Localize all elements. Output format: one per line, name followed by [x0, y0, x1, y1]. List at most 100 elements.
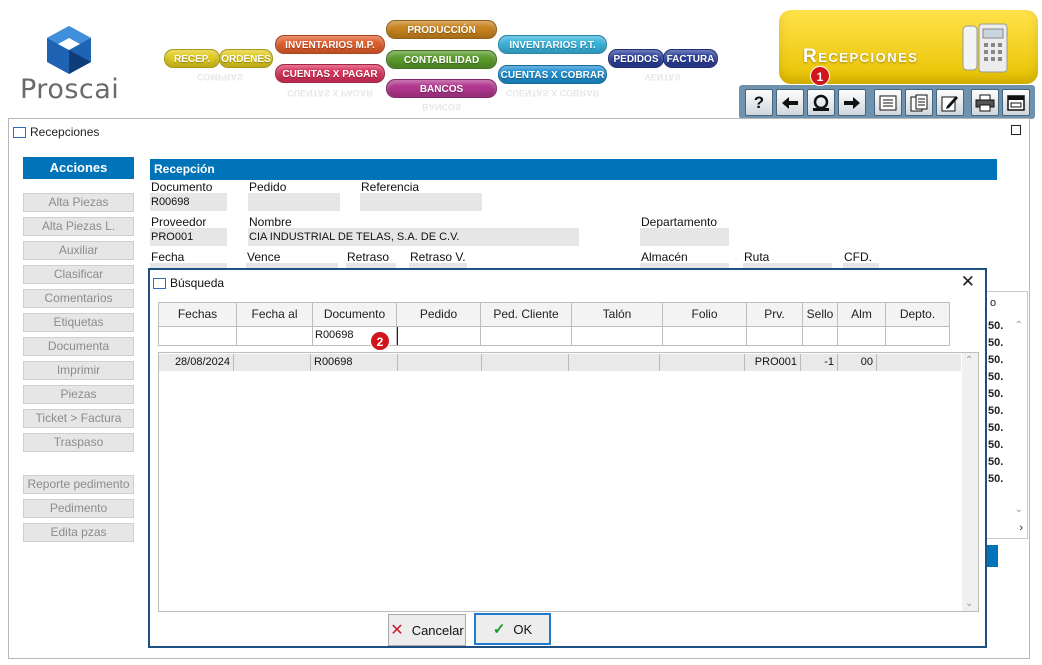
- menu-ordenes[interactable]: ORDENES: [219, 49, 273, 68]
- col-talon[interactable]: Talón: [572, 303, 663, 326]
- menu-compras-reflection: COMPRAS: [196, 72, 243, 82]
- action-etiquetas[interactable]: Etiquetas: [23, 313, 134, 332]
- menu-cuentas-cobrar[interactable]: CUENTAS X COBRAR: [498, 65, 607, 84]
- background-grid-header: o: [990, 297, 997, 309]
- documento-field[interactable]: R00698: [150, 193, 227, 211]
- proveedor-field[interactable]: PRO001: [150, 228, 227, 246]
- cell-ped-cliente: [482, 354, 569, 371]
- action-pedimento[interactable]: Pedimento: [23, 499, 134, 518]
- filter-prv[interactable]: [747, 327, 803, 345]
- ok-button[interactable]: ✓ OK: [474, 613, 551, 645]
- cell-prv: PRO001: [745, 354, 801, 371]
- col-ped-cliente[interactable]: Ped. Cliente: [481, 303, 572, 326]
- proscai-logo-icon: [47, 26, 91, 74]
- ruta-label: Ruta: [744, 250, 770, 264]
- menu-ventas-reflection: VENTAS: [644, 72, 681, 82]
- menu-factura[interactable]: FACTURA: [663, 49, 718, 68]
- menu-cuentas-pagar[interactable]: CUENTAS X PAGAR: [275, 64, 385, 83]
- print-button[interactable]: [971, 89, 999, 116]
- action-auxiliar[interactable]: Auxiliar: [23, 241, 134, 260]
- col-sello[interactable]: Sello: [803, 303, 838, 326]
- chevron-down-icon[interactable]: ⌄: [1015, 504, 1023, 515]
- col-depto[interactable]: Depto.: [886, 303, 949, 326]
- maximize-button[interactable]: [1011, 125, 1021, 135]
- action-imprimir[interactable]: Imprimir: [23, 361, 134, 380]
- chevron-up-icon[interactable]: ⌃: [965, 355, 973, 366]
- referencia-field[interactable]: [360, 193, 482, 211]
- filter-pedido[interactable]: [397, 327, 481, 345]
- background-blue-button[interactable]: [986, 545, 998, 567]
- close-icon[interactable]: ✕: [961, 272, 975, 292]
- arrow-right-icon: [844, 96, 860, 109]
- cfd-label: CFD.: [844, 250, 872, 264]
- filter-folio[interactable]: [663, 327, 747, 345]
- chevron-right-icon[interactable]: ›: [1019, 522, 1023, 534]
- action-ticket-factura[interactable]: Ticket > Factura: [23, 409, 134, 428]
- action-alta-piezas[interactable]: Alta Piezas: [23, 193, 134, 212]
- cross-icon: ✕: [390, 622, 404, 639]
- filter-sello[interactable]: [803, 327, 838, 345]
- cell-fecha: 28/08/2024: [159, 354, 234, 371]
- menu-inventarios-pt[interactable]: INVENTARIOS P.T.: [498, 35, 607, 54]
- filter-talon[interactable]: [572, 327, 663, 345]
- chevron-up-icon[interactable]: ⌃: [1015, 320, 1023, 331]
- dialog-title-text: Búsqueda: [170, 276, 225, 290]
- action-traspaso[interactable]: Traspaso: [23, 433, 134, 452]
- help-button[interactable]: ?: [745, 89, 773, 116]
- main-toolbar: ?: [739, 85, 1035, 119]
- filter-alm[interactable]: [838, 327, 886, 345]
- col-alm[interactable]: Alm: [838, 303, 886, 326]
- cell-talon: [569, 354, 660, 371]
- action-reporte-pedimento[interactable]: Reporte pedimento: [23, 475, 134, 494]
- cancel-label: Cancelar: [411, 622, 464, 638]
- filter-depto[interactable]: [886, 327, 949, 345]
- action-comentarios[interactable]: Comentarios: [23, 289, 134, 308]
- printer-icon: [975, 94, 995, 111]
- col-pedido[interactable]: Pedido: [397, 303, 481, 326]
- vence-label: Vence: [247, 250, 281, 264]
- menu-bancos[interactable]: BANCOS: [386, 79, 497, 98]
- filter-fecha-al[interactable]: [237, 327, 313, 345]
- edit-button[interactable]: [936, 89, 964, 116]
- table-row[interactable]: 28/08/2024 R00698 PRO001 -1 00: [159, 354, 961, 371]
- col-folio[interactable]: Folio: [663, 303, 747, 326]
- next-button[interactable]: [838, 89, 866, 116]
- filter-ped-cliente[interactable]: [481, 327, 572, 345]
- list-button[interactable]: [874, 89, 902, 116]
- col-fechas[interactable]: Fechas: [159, 303, 237, 326]
- pedido-field[interactable]: [248, 193, 340, 211]
- search-results: 28/08/2024 R00698 PRO001 -1 00 ⌃ ⌄: [158, 352, 979, 612]
- action-clasificar[interactable]: Clasificar: [23, 265, 134, 284]
- menu-recep[interactable]: RECEP.: [164, 49, 220, 68]
- menu-bancos-reflection: BANCOS: [421, 102, 461, 112]
- results-scrollbar[interactable]: ⌃ ⌄: [962, 353, 978, 611]
- action-edita-pzas[interactable]: Edita pzas: [23, 523, 134, 542]
- phone-icon: [962, 23, 1008, 73]
- cancel-button[interactable]: ✕ Cancelar: [388, 614, 466, 646]
- search-button[interactable]: [807, 89, 835, 116]
- background-grid-column: o 50. 50. 50. 50. 50. 50. 50. 50. 50. 50…: [986, 291, 1028, 539]
- window-button[interactable]: [1002, 89, 1030, 116]
- chevron-down-icon[interactable]: ⌄: [965, 598, 973, 609]
- background-grid-cell: 50.: [988, 473, 1004, 485]
- documents-icon: [910, 94, 928, 111]
- menu-cuentas-pagar-reflection: CUENTAS X PAGAR: [287, 88, 373, 98]
- departamento-field[interactable]: [640, 228, 729, 246]
- nombre-field[interactable]: CIA INDUSTRIAL DE TELAS, S.A. DE C.V.: [248, 228, 579, 246]
- col-documento[interactable]: Documento: [313, 303, 397, 326]
- menu-produccion[interactable]: PRODUCCIÓN: [386, 20, 497, 39]
- documents-button[interactable]: [905, 89, 933, 116]
- action-documenta[interactable]: Documenta: [23, 337, 134, 356]
- action-alta-piezas-l[interactable]: Alta Piezas L.: [23, 217, 134, 236]
- menu-contabilidad[interactable]: CONTABILIDAD: [386, 50, 497, 69]
- col-fecha-al[interactable]: Fecha al: [237, 303, 313, 326]
- filter-fechas[interactable]: [159, 327, 237, 345]
- previous-button[interactable]: [776, 89, 804, 116]
- background-grid-cell: 50.: [988, 456, 1004, 468]
- col-prv[interactable]: Prv.: [747, 303, 803, 326]
- background-grid-cell: 50.: [988, 354, 1004, 366]
- menu-inventarios-mp[interactable]: INVENTARIOS M.P.: [275, 35, 385, 54]
- question-icon: ?: [753, 92, 765, 112]
- menu-pedidos[interactable]: PEDIDOS: [608, 49, 664, 68]
- action-piezas[interactable]: Piezas: [23, 385, 134, 404]
